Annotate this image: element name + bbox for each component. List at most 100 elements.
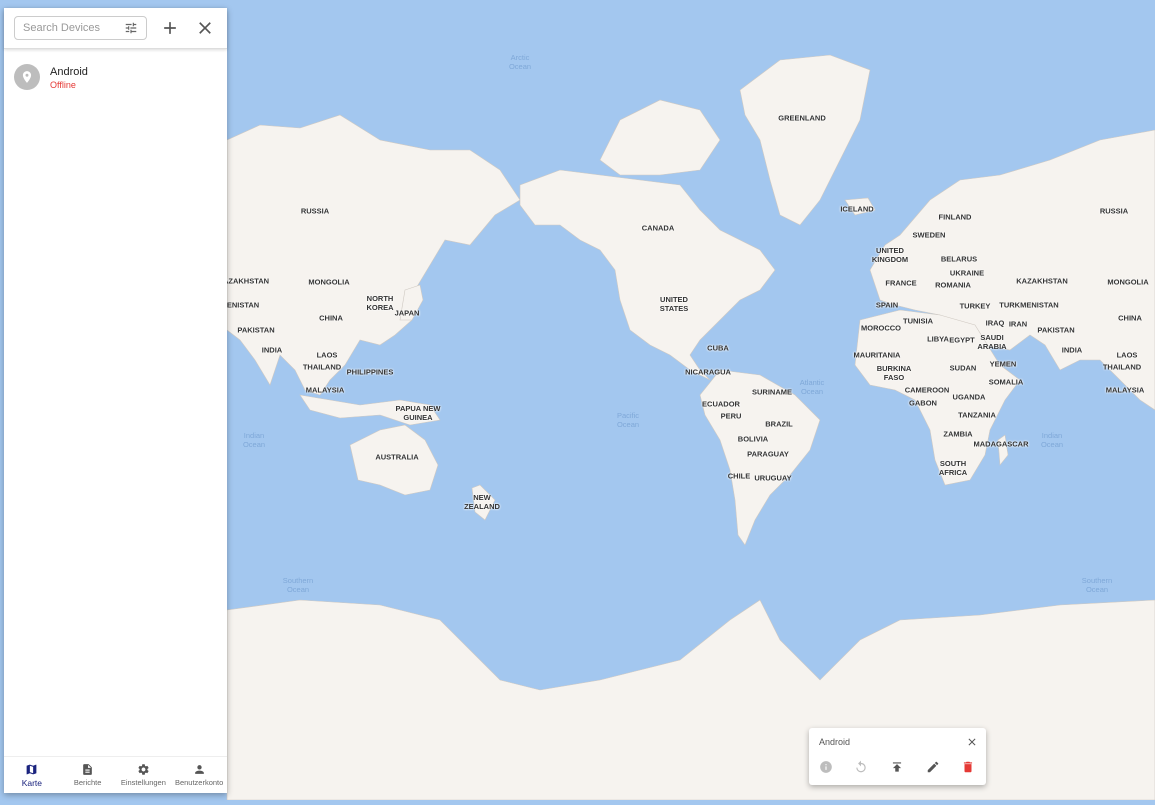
- map-label-country-saudi: SAUDI ARABIA: [977, 333, 1007, 351]
- map-label-country-russia-w: RUSSIA: [300, 206, 330, 216]
- map-label-country-mongolia-w: MONGOLIA: [308, 277, 350, 287]
- map-label-country-nz: NEW ZEALAND: [464, 493, 500, 511]
- map-label-country-spain: SPAIN: [875, 300, 899, 310]
- info-icon[interactable]: [819, 760, 833, 774]
- add-device-button[interactable]: [160, 18, 180, 38]
- edit-icon[interactable]: [926, 760, 940, 774]
- close-icon[interactable]: [966, 736, 978, 748]
- map-label-country-brazil: BRAZIL: [765, 419, 793, 429]
- map-label-country-ukraine: UKRAINE: [949, 268, 985, 278]
- close-icon[interactable]: [195, 18, 215, 38]
- map-label-country-romania: ROMANIA: [935, 280, 971, 290]
- device-name: Android: [50, 66, 88, 78]
- map-label-country-yemen: YEMEN: [989, 359, 1017, 369]
- map-label-ocean-atlantic: Atlantic Ocean: [799, 378, 825, 396]
- device-status: Offline: [50, 80, 76, 90]
- map-label-country-iran: IRAN: [1008, 319, 1028, 329]
- map-label-country-egypt: EGYPT: [949, 335, 975, 345]
- device-drawer: Android Offline Karte Berichte Einstellu…: [4, 8, 227, 793]
- map-label-country-belarus: BELARUS: [940, 254, 978, 264]
- map-label-country-burkina: BURKINA FASO: [876, 364, 912, 382]
- map-label-country-russia-e: RUSSIA: [1099, 206, 1129, 216]
- map-label-ocean-pacific: Pacific Ocean: [616, 411, 640, 429]
- map-icon: [27, 764, 37, 774]
- map-label-country-pakistan-w: PAKISTAN: [237, 325, 275, 335]
- map-label-country-india-w: INDIA: [261, 345, 283, 355]
- map-label-country-tunisia: TUNISIA: [903, 316, 933, 326]
- drawer-toolbar: [4, 8, 227, 49]
- delete-icon[interactable]: [961, 760, 975, 774]
- map-label-country-thailand-e: THAILAND: [1102, 362, 1142, 372]
- map-label-country-south-africa: SOUTH AFRICA: [938, 459, 968, 477]
- map-label-country-canada: CANADA: [641, 223, 675, 233]
- map-label-country-nicaragua: NICARAGUA: [685, 367, 731, 377]
- map-label-country-uruguay: URUGUAY: [754, 473, 792, 483]
- nav-label: Einstellungen: [120, 778, 166, 787]
- map-label-country-laos-w: LAOS: [316, 350, 338, 360]
- map-label-country-libya: LIBYA: [927, 334, 949, 344]
- map-label-country-malaysia-e: MALAYSIA: [1105, 385, 1145, 395]
- map-label-country-france: FRANCE: [885, 278, 917, 288]
- map-label-country-png: PAPUA NEW GUINEA: [395, 404, 441, 422]
- filter-tune-icon[interactable]: [124, 21, 138, 35]
- map-label-country-finland: FINLAND: [938, 212, 972, 222]
- map-label-country-chile: CHILE: [727, 471, 751, 481]
- location-pin-icon: [22, 71, 32, 83]
- person-icon: [194, 765, 204, 774]
- map-label-country-uganda: UGANDA: [952, 392, 986, 402]
- map-label-country-pakistan-e: PAKISTAN: [1037, 325, 1075, 335]
- publish-icon[interactable]: [890, 760, 904, 774]
- map-label-country-ecuador: ECUADOR: [702, 399, 740, 409]
- map-label-country-sweden: SWEDEN: [912, 230, 946, 240]
- map-label-country-thailand-w: THAILAND: [302, 362, 342, 372]
- map-label-country-turkmenistan: TURKMENISTAN: [999, 300, 1059, 310]
- map-label-country-australia: AUSTRALIA: [375, 452, 419, 462]
- nav-label: Karte: [21, 777, 43, 788]
- map-label-country-sudan: SUDAN: [949, 363, 977, 373]
- search-box: [14, 16, 147, 40]
- map-label-country-mongolia-e: MONGOLIA: [1107, 277, 1149, 287]
- map-label-country-tanzania: TANZANIA: [958, 410, 996, 420]
- map-label-country-enistan: ENISTAN: [226, 300, 260, 310]
- map-label-country-morocco: MOROCCO: [861, 323, 901, 333]
- map-label-country-mauritania: MAURITANIA: [853, 350, 901, 360]
- map-label-country-gabon: GABON: [909, 398, 937, 408]
- map-label-ocean-southern-w: Southern Ocean: [282, 576, 314, 594]
- map-label-country-india-e: INDIA: [1061, 345, 1083, 355]
- device-avatar: [14, 64, 40, 90]
- map-label-country-paraguay: PARAGUAY: [747, 449, 789, 459]
- map-label-country-japan: JAPAN: [394, 308, 420, 318]
- map-label-country-turkey: TURKEY: [959, 301, 991, 311]
- description-icon: [83, 764, 92, 775]
- map-label-country-kazakhstan-w: AZAKHSTAN: [222, 276, 270, 286]
- nav-item-karte[interactable]: Karte: [4, 757, 60, 793]
- map-label-country-north-korea: NORTH KOREA: [366, 294, 394, 312]
- nav-item-benutzerkonto[interactable]: Benutzerkonto: [171, 757, 227, 793]
- map-label-ocean-indian-e: Indian Ocean: [1040, 431, 1064, 449]
- map-label-country-uk: UNITED KINGDOM: [871, 246, 909, 264]
- map-label-country-greenland: GREENLAND: [778, 113, 826, 123]
- nav-item-einstellungen[interactable]: Einstellungen: [116, 757, 172, 793]
- map-label-country-kazakhstan-e: KAZAKHSTAN: [1016, 276, 1068, 286]
- map-label-country-malaysia-w: MALAYSIA: [305, 385, 345, 395]
- map-label-ocean-southern-e: Southern Ocean: [1081, 576, 1113, 594]
- map-label-country-china-e: CHINA: [1118, 313, 1142, 323]
- map-label-country-bolivia: BOLIVIA: [737, 434, 769, 444]
- map-label-country-suriname: SURINAME: [751, 387, 793, 397]
- map-label-country-peru: PERU: [720, 411, 742, 421]
- card-title: Android: [819, 737, 851, 747]
- map-label-country-philippines: PHILIPPINES: [346, 367, 394, 377]
- map-label-country-iraq: IRAQ: [985, 318, 1005, 328]
- map-label-country-cameroon: CAMEROON: [904, 385, 950, 395]
- map-label-country-zambia: ZAMBIA: [943, 429, 973, 439]
- replay-icon[interactable]: [854, 760, 868, 774]
- nav-item-berichte[interactable]: Berichte: [60, 757, 116, 793]
- nav-label: Berichte: [73, 778, 102, 787]
- device-status-card: Android: [809, 728, 986, 785]
- map-label-country-china-w: CHINA: [319, 313, 343, 323]
- search-input[interactable]: [15, 17, 123, 39]
- device-list-item[interactable]: Android Offline: [4, 60, 227, 100]
- map-label-country-laos-e: LAOS: [1116, 350, 1138, 360]
- map-label-country-somalia: SOMALIA: [988, 377, 1024, 387]
- bottom-navigation: Karte Berichte Einstellungen Benutzerkon…: [4, 756, 227, 793]
